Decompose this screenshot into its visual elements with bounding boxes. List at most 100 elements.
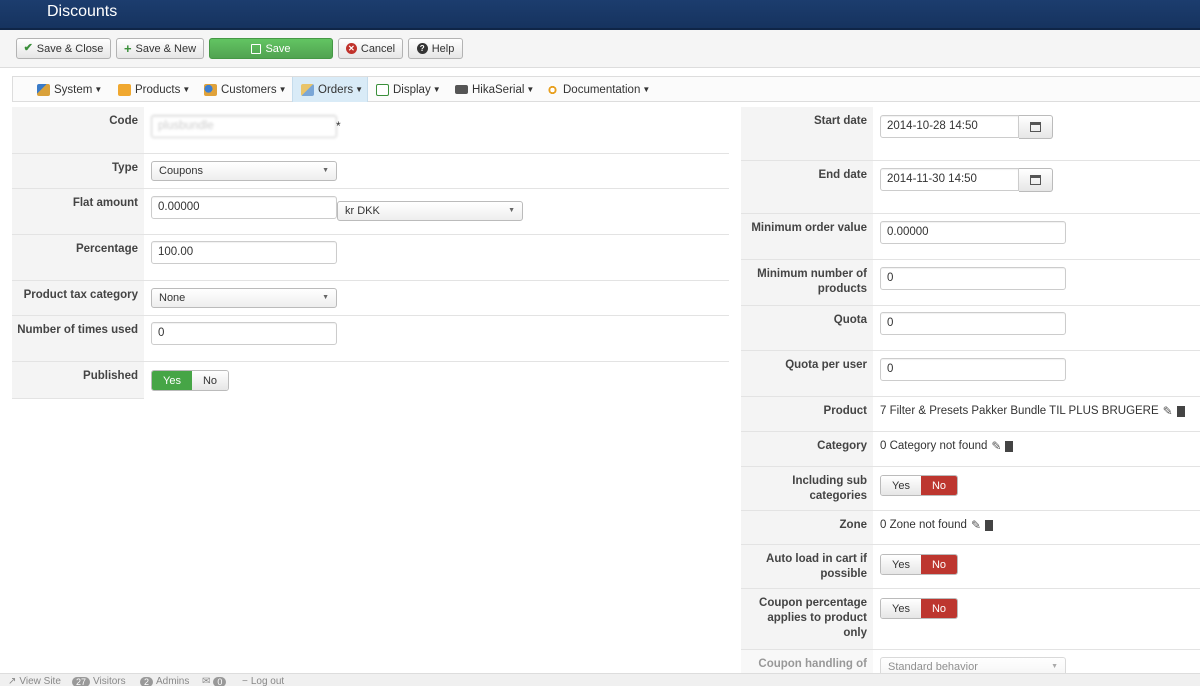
menu-system-label: System xyxy=(54,83,93,96)
end-date-input[interactable]: 2014-11-30 14:50 xyxy=(880,168,1019,191)
admins-count: 2 xyxy=(140,676,154,686)
save-new-label: Save & New xyxy=(135,42,197,55)
trash-icon[interactable] xyxy=(985,519,994,531)
logout-label: Log out xyxy=(250,676,285,686)
start-date-label: Start date xyxy=(741,107,873,160)
row-times-used: Number of times used 0 xyxy=(12,316,729,362)
zone-name: 0 Zone not found xyxy=(880,519,967,531)
cancel-icon: ✕ xyxy=(345,43,357,54)
quota-user-input[interactable]: 0 xyxy=(880,358,1066,381)
row-sub-categories: Including sub categories Yes No xyxy=(741,467,1200,511)
sub-categories-yes[interactable]: Yes xyxy=(881,476,921,495)
tax-category-selected: None xyxy=(159,292,186,304)
currency-selected: kr DKK xyxy=(345,205,380,217)
menu-documentation[interactable]: Documentation ▼ xyxy=(546,77,650,102)
product-value: 7 Filter & Presets Pakker Bundle TIL PLU… xyxy=(880,404,1185,418)
trash-icon[interactable] xyxy=(1005,440,1014,452)
edit-icon[interactable]: ✎ xyxy=(991,439,1001,453)
row-quota-user: Quota per user 0 xyxy=(741,351,1200,397)
row-type: Type Coupons ▼ xyxy=(12,154,729,189)
flat-amount-input[interactable]: 0.00000 xyxy=(151,196,337,219)
type-selected: Coupons xyxy=(159,165,204,177)
pct-product-no[interactable]: No xyxy=(921,599,957,618)
help-button[interactable]: ? Help xyxy=(408,38,463,59)
sub-categories-no[interactable]: No xyxy=(921,476,957,495)
menu-products[interactable]: Products ▼ xyxy=(118,77,190,102)
start-date-calendar-button[interactable] xyxy=(1019,115,1053,139)
cart-icon xyxy=(301,83,314,96)
box-icon xyxy=(118,83,131,96)
flat-amount-label: Flat amount xyxy=(12,189,144,234)
menu-customers[interactable]: Customers ▼ xyxy=(204,77,287,102)
min-products-input[interactable]: 0 xyxy=(880,267,1066,290)
cancel-button[interactable]: ✕ Cancel xyxy=(338,38,403,59)
type-select[interactable]: Coupons ▼ xyxy=(151,161,337,181)
published-yes[interactable]: Yes xyxy=(152,371,192,390)
row-min-order: Minimum order value 0.00000 xyxy=(741,214,1200,260)
messages-indicator[interactable]: ✉ 0 xyxy=(202,676,227,686)
pct-product-yes[interactable]: Yes xyxy=(881,599,921,618)
caret-down-icon: ▼ xyxy=(642,85,651,94)
right-form-panel: Start date 2014-10-28 14:50 End date 201… xyxy=(741,107,1200,673)
percentage-label: Percentage xyxy=(12,235,144,280)
start-date-input[interactable]: 2014-10-28 14:50 xyxy=(880,115,1019,138)
currency-select[interactable]: kr DKK ▼ xyxy=(337,201,523,221)
menu-products-label: Products xyxy=(135,83,181,96)
row-pct-product: Coupon percentage applies to product onl… xyxy=(741,589,1200,650)
view-site-link[interactable]: ↗ View Site xyxy=(8,676,61,686)
end-date-label: End date xyxy=(741,161,873,213)
tax-category-label: Product tax category xyxy=(12,281,144,315)
menu-customers-label: Customers xyxy=(221,83,277,96)
percentage-input[interactable]: 100.00 xyxy=(151,241,337,264)
menu-orders-label: Orders xyxy=(318,83,354,96)
row-percentage: Percentage 100.00 xyxy=(12,235,729,281)
tax-category-select[interactable]: None ▼ xyxy=(151,288,337,308)
times-used-input[interactable]: 0 xyxy=(151,322,337,345)
save-close-label: Save & Close xyxy=(36,42,104,55)
caret-down-icon: ▼ xyxy=(278,85,287,94)
edit-icon[interactable]: ✎ xyxy=(1163,404,1173,418)
type-label: Type xyxy=(12,154,144,188)
calendar-icon xyxy=(1030,175,1041,185)
help-label: Help xyxy=(431,42,455,55)
category-value: 0 Category not found ✎ xyxy=(880,439,1014,453)
published-no[interactable]: No xyxy=(192,371,228,390)
chevron-down-icon: ▼ xyxy=(508,207,515,214)
save-close-button[interactable]: ✔ Save & Close xyxy=(16,38,111,59)
menu-system[interactable]: System ▼ xyxy=(37,77,102,102)
edit-icon[interactable]: ✎ xyxy=(971,518,981,532)
auto-load-yes[interactable]: Yes xyxy=(881,555,921,574)
menu-orders[interactable]: Orders ▼ xyxy=(292,77,368,102)
docs-icon xyxy=(546,83,559,96)
code-input[interactable]: plusbundle xyxy=(151,115,337,138)
row-published: Published Yes No xyxy=(12,362,729,399)
caret-down-icon: ▼ xyxy=(432,85,441,94)
menu-hikaserial[interactable]: HikaSerial ▼ xyxy=(455,77,534,102)
row-category: Category 0 Category not found ✎ xyxy=(741,432,1200,467)
save-button[interactable]: Save xyxy=(209,38,333,59)
handling-label: Coupon handling of xyxy=(741,650,873,673)
messages-count: 0 xyxy=(213,676,227,686)
quota-label: Quota xyxy=(741,306,873,350)
plus-icon: + xyxy=(123,41,132,56)
display-icon xyxy=(376,83,389,96)
toolbar: ✔ Save & Close + Save & New Save ✕ Cance… xyxy=(0,30,1200,68)
external-link-icon: ↗ xyxy=(8,676,17,686)
pct-product-toggle: Yes No xyxy=(880,598,958,619)
menu-display[interactable]: Display ▼ xyxy=(376,77,441,102)
required-mark: * xyxy=(336,119,341,133)
row-quota: Quota 0 xyxy=(741,306,1200,351)
minus-icon: − xyxy=(242,676,248,686)
quota-input[interactable]: 0 xyxy=(880,312,1066,335)
end-date-calendar-button[interactable] xyxy=(1019,168,1053,192)
save-new-button[interactable]: + Save & New xyxy=(116,38,204,59)
caret-down-icon: ▼ xyxy=(526,85,535,94)
trash-icon[interactable] xyxy=(1176,405,1185,417)
category-label: Category xyxy=(741,432,873,466)
main-menu: System ▼ Products ▼ Customers ▼ Orders ▼ Dis… xyxy=(12,76,1200,102)
caret-down-icon: ▼ xyxy=(355,85,364,94)
handling-select[interactable]: Standard behavior ▼ xyxy=(880,657,1066,673)
min-order-input[interactable]: 0.00000 xyxy=(880,221,1066,244)
auto-load-no[interactable]: No xyxy=(921,555,957,574)
logout-link[interactable]: − Log out xyxy=(242,676,284,686)
